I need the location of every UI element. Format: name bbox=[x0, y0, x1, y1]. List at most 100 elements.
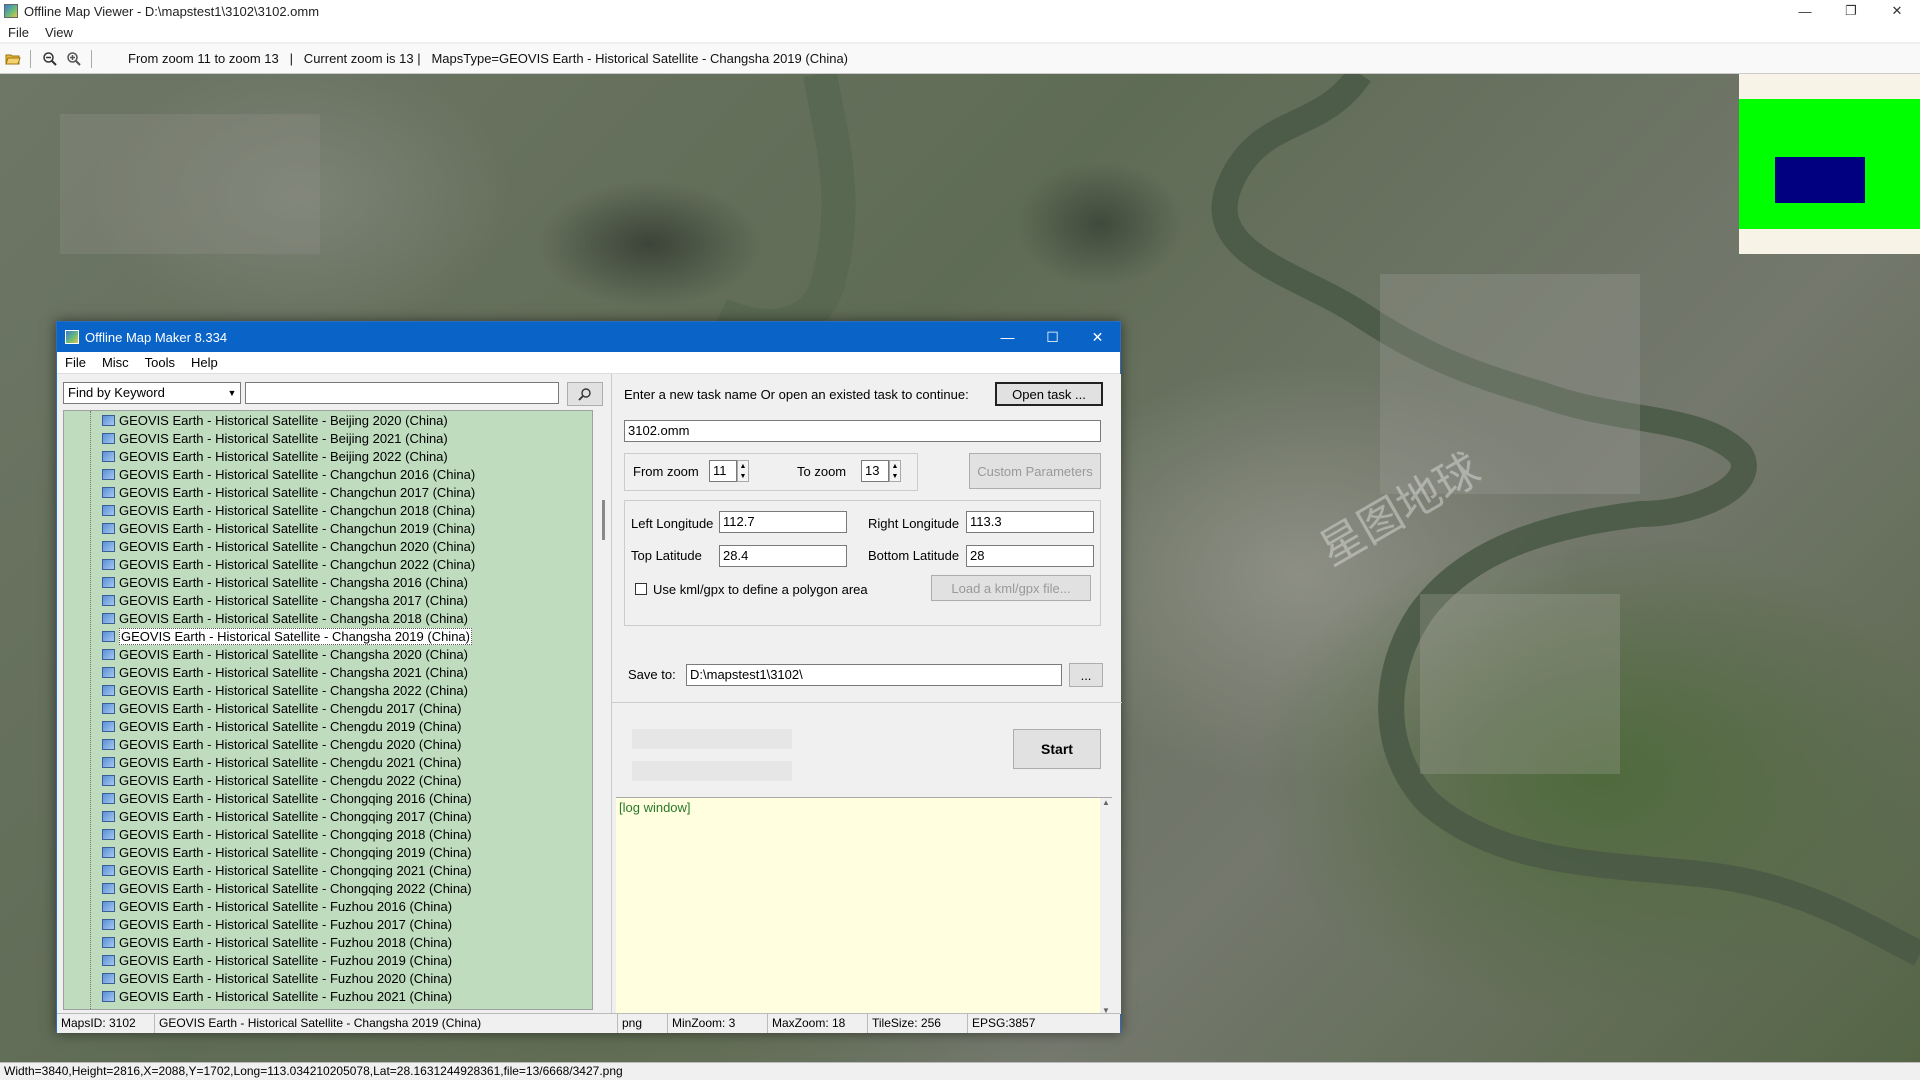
search-button[interactable] bbox=[567, 382, 603, 406]
map-list-item-label: GEOVIS Earth - Historical Satellite - Ch… bbox=[119, 466, 476, 482]
load-kml-button[interactable]: Load a kml/gpx file... bbox=[931, 575, 1091, 601]
bottom-latitude-input[interactable]: 28 bbox=[966, 545, 1094, 567]
save-to-input[interactable]: D:\mapstest1\3102\ bbox=[686, 664, 1062, 686]
custom-parameters-button[interactable]: Custom Parameters bbox=[969, 453, 1101, 489]
map-list-item[interactable]: GEOVIS Earth - Historical Satellite - Fu… bbox=[64, 915, 592, 933]
menu-view[interactable]: View bbox=[37, 25, 81, 40]
map-list-item-label: GEOVIS Earth - Historical Satellite - Ch… bbox=[119, 826, 472, 842]
map-list-item[interactable]: GEOVIS Earth - Historical Satellite - Ch… bbox=[64, 717, 592, 735]
zoom-in-icon[interactable] bbox=[63, 48, 85, 70]
map-list-item[interactable]: GEOVIS Earth - Historical Satellite - Ch… bbox=[64, 699, 592, 717]
map-list-item[interactable]: GEOVIS Earth - Historical Satellite - Fu… bbox=[64, 987, 592, 1005]
map-list-item[interactable]: GEOVIS Earth - Historical Satellite - Ch… bbox=[64, 465, 592, 483]
map-list-item[interactable]: GEOVIS Earth - Historical Satellite - Ch… bbox=[64, 789, 592, 807]
dialog-minimize-button[interactable]: — bbox=[985, 322, 1030, 352]
map-tile-icon bbox=[102, 846, 115, 858]
map-list-item[interactable]: GEOVIS Earth - Historical Satellite - Ch… bbox=[64, 537, 592, 555]
map-list-item[interactable]: GEOVIS Earth - Historical Satellite - Ch… bbox=[64, 807, 592, 825]
zoom-out-icon[interactable] bbox=[39, 48, 61, 70]
map-list-item[interactable]: GEOVIS Earth - Historical Satellite - Ch… bbox=[64, 753, 592, 771]
spin-up-icon: ▲ bbox=[891, 462, 899, 470]
progress-bar-current bbox=[632, 761, 792, 781]
map-list-item-label: GEOVIS Earth - Historical Satellite - Ch… bbox=[119, 682, 468, 698]
left-longitude-input[interactable]: 112.7 bbox=[719, 511, 847, 533]
right-longitude-label: Right Longitude bbox=[868, 516, 960, 531]
map-list-item[interactable]: GEOVIS Earth - Historical Satellite - Ch… bbox=[64, 843, 592, 861]
restore-button[interactable]: ❐ bbox=[1828, 0, 1874, 22]
map-list-item[interactable]: GEOVIS Earth - Historical Satellite - Ch… bbox=[64, 555, 592, 573]
map-list-item[interactable]: GEOVIS Earth - Historical Satellite - Ch… bbox=[64, 591, 592, 609]
dialog-title: Offline Map Maker 8.334 bbox=[85, 329, 228, 345]
from-zoom-input[interactable]: 11 bbox=[709, 460, 737, 482]
map-list-item[interactable]: GEOVIS Earth - Historical Satellite - Ch… bbox=[64, 681, 592, 699]
map-list-item[interactable]: GEOVIS Earth - Historical Satellite - Fu… bbox=[64, 933, 592, 951]
map-list-item[interactable]: GEOVIS Earth - Historical Satellite - Ch… bbox=[64, 771, 592, 789]
toolbar-separator bbox=[91, 49, 92, 68]
map-list-item[interactable]: GEOVIS Earth - Historical Satellite - Ch… bbox=[64, 825, 592, 843]
map-list-item[interactable]: GEOVIS Earth - Historical Satellite - Ch… bbox=[64, 735, 592, 753]
kml-polygon-checkbox[interactable] bbox=[635, 583, 647, 595]
map-tile-icon bbox=[102, 864, 115, 876]
keyword-input[interactable] bbox=[245, 382, 559, 404]
map-tile-icon bbox=[102, 774, 115, 786]
map-list-item[interactable]: GEOVIS Earth - Historical Satellite - Fu… bbox=[64, 951, 592, 969]
map-list-item[interactable]: GEOVIS Earth - Historical Satellite - Be… bbox=[64, 447, 592, 465]
map-list-item[interactable]: GEOVIS Earth - Historical Satellite - Ch… bbox=[64, 501, 592, 519]
dialog-menu-misc[interactable]: Misc bbox=[94, 355, 137, 370]
browse-button[interactable]: ... bbox=[1069, 663, 1103, 687]
overview-minimap[interactable] bbox=[1739, 74, 1920, 254]
offline-map-maker-dialog: Offline Map Maker 8.334 — ☐ ✕ File Misc … bbox=[56, 321, 1122, 1033]
map-list-item-label: GEOVIS Earth - Historical Satellite - Ch… bbox=[119, 880, 472, 896]
open-task-button[interactable]: Open task ... bbox=[995, 382, 1103, 406]
map-list-item[interactable]: GEOVIS Earth - Historical Satellite - Ch… bbox=[64, 519, 592, 537]
log-scrollbar[interactable]: ▲ ▼ bbox=[1100, 798, 1112, 1015]
maps-id-status: MapsID: 3102 bbox=[57, 1014, 155, 1033]
dialog-menu-file[interactable]: File bbox=[57, 355, 94, 370]
map-list-item[interactable]: GEOVIS Earth - Historical Satellite - Ch… bbox=[64, 645, 592, 663]
map-list-item[interactable]: GEOVIS Earth - Historical Satellite - Fu… bbox=[64, 897, 592, 915]
map-list-item[interactable]: GEOVIS Earth - Historical Satellite - Ch… bbox=[64, 483, 592, 501]
kml-polygon-label: Use kml/gpx to define a polygon area bbox=[653, 582, 868, 597]
menu-file[interactable]: File bbox=[0, 25, 37, 40]
minimap-viewport[interactable] bbox=[1775, 157, 1865, 203]
map-list-item[interactable]: GEOVIS Earth - Historical Satellite - Ch… bbox=[64, 861, 592, 879]
start-button[interactable]: Start bbox=[1013, 729, 1101, 769]
map-list-item-label: GEOVIS Earth - Historical Satellite - Be… bbox=[119, 448, 448, 464]
main-toolbar: From zoom 11 to zoom 13 | Current zoom i… bbox=[0, 44, 1920, 74]
dialog-maximize-button[interactable]: ☐ bbox=[1030, 322, 1075, 352]
log-window[interactable]: [log window] ▲ ▼ bbox=[616, 797, 1112, 1015]
scrollbar-thumb[interactable] bbox=[602, 500, 605, 540]
map-list-item[interactable]: GEOVIS Earth - Historical Satellite - Ch… bbox=[64, 663, 592, 681]
dialog-close-button[interactable]: ✕ bbox=[1075, 322, 1120, 352]
close-button[interactable]: ✕ bbox=[1874, 0, 1920, 22]
map-list-item-label: GEOVIS Earth - Historical Satellite - Ch… bbox=[119, 610, 468, 626]
right-longitude-input[interactable]: 113.3 bbox=[966, 511, 1094, 533]
map-list-item[interactable]: GEOVIS Earth - Historical Satellite - Be… bbox=[64, 411, 592, 429]
map-list-item[interactable]: GEOVIS Earth - Historical Satellite - Ch… bbox=[64, 879, 592, 897]
map-list-item[interactable]: GEOVIS Earth - Historical Satellite - Ch… bbox=[64, 573, 592, 591]
map-list-item[interactable]: GEOVIS Earth - Historical Satellite - Ch… bbox=[64, 627, 592, 645]
minimize-button[interactable]: — bbox=[1782, 0, 1828, 22]
map-list-scrollbar[interactable] bbox=[599, 410, 607, 1010]
map-list-item-label: GEOVIS Earth - Historical Satellite - Ch… bbox=[119, 520, 476, 536]
task-name-input[interactable]: 3102.omm bbox=[624, 420, 1101, 442]
to-zoom-spinner[interactable]: ▲ ▼ bbox=[889, 460, 901, 482]
map-list-item[interactable]: GEOVIS Earth - Historical Satellite - Fu… bbox=[64, 969, 592, 987]
map-list-item[interactable]: GEOVIS Earth - Historical Satellite - Ch… bbox=[64, 609, 592, 627]
map-tile-icon bbox=[102, 576, 115, 588]
to-zoom-input[interactable]: 13 bbox=[861, 460, 889, 482]
map-list-item[interactable]: GEOVIS Earth - Historical Satellite - Be… bbox=[64, 429, 592, 447]
scroll-up-icon[interactable]: ▲ bbox=[1102, 798, 1110, 807]
map-list-item-label: GEOVIS Earth - Historical Satellite - Ch… bbox=[119, 484, 476, 500]
find-mode-select[interactable]: Find by Keyword ▼ bbox=[63, 382, 241, 404]
bottom-latitude-label: Bottom Latitude bbox=[868, 548, 960, 563]
map-tile-icon bbox=[102, 684, 115, 696]
top-latitude-input[interactable]: 28.4 bbox=[719, 545, 847, 567]
dialog-app-icon bbox=[65, 330, 79, 344]
find-mode-value: Find by Keyword bbox=[68, 385, 165, 400]
open-folder-icon[interactable] bbox=[2, 48, 24, 70]
from-zoom-spinner[interactable]: ▲ ▼ bbox=[737, 460, 749, 482]
map-type-list[interactable]: GEOVIS Earth - Historical Satellite - Be… bbox=[63, 410, 593, 1010]
dialog-menu-help[interactable]: Help bbox=[183, 355, 226, 370]
dialog-menu-tools[interactable]: Tools bbox=[137, 355, 183, 370]
